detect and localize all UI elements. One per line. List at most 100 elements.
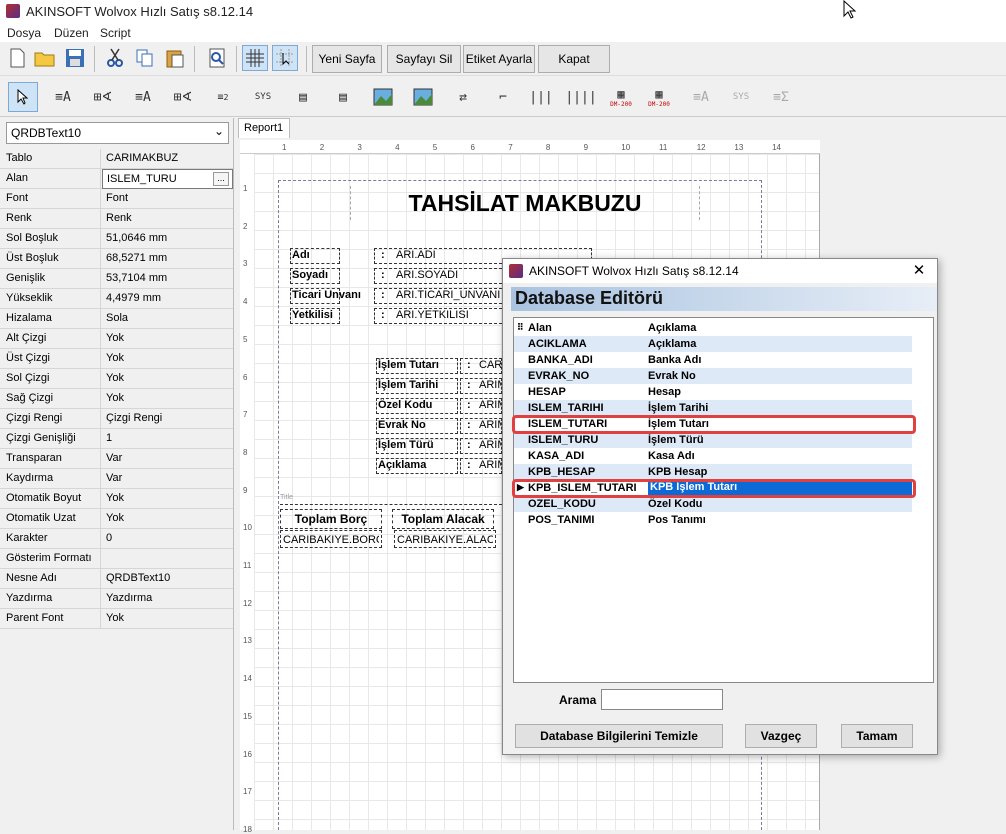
dbtext-tool-icon[interactable]: ⊞∢ (88, 82, 118, 112)
grid-row[interactable]: KPB_HESAP KPB Hesap (514, 464, 912, 480)
copy-icon[interactable] (132, 45, 158, 71)
property-row[interactable]: Nesne Adı QRDBText10 (0, 569, 233, 589)
label-settings-button[interactable]: Etiket Ayarla (463, 45, 535, 73)
ok-button[interactable]: Tamam (841, 724, 913, 748)
menu-dosya[interactable]: Dosya (7, 26, 41, 40)
grid-icon[interactable] (242, 45, 268, 71)
dbbarcode-tool-icon[interactable]: |||| (565, 82, 596, 112)
property-row[interactable]: Alt Çizgi Yok (0, 329, 233, 349)
property-value[interactable]: Yok (102, 489, 233, 509)
richtext-tool-icon[interactable]: ▤ (288, 82, 318, 112)
property-value[interactable]: 1 (102, 429, 233, 449)
property-row[interactable]: Üst Çizgi Yok (0, 349, 233, 369)
property-value[interactable]: Çizgi Rengi (102, 409, 233, 429)
column-header-alan[interactable]: Alan (528, 322, 552, 334)
label-tool-icon[interactable]: ≡A (48, 82, 78, 112)
new-file-icon[interactable] (4, 45, 30, 71)
property-row[interactable]: Gösterim Formatı (0, 549, 233, 569)
grid-row[interactable]: ISLEM_TURU İşlem Türü (514, 432, 912, 448)
property-row[interactable]: Otomatik Boyut Yok (0, 489, 233, 509)
property-value[interactable]: Renk (102, 209, 233, 229)
property-row[interactable]: Alan ISLEM_TURU... (0, 169, 233, 189)
column-header-aciklama[interactable]: Açıklama (648, 322, 696, 334)
property-value[interactable]: Yok (102, 509, 233, 529)
property-row[interactable]: Çizgi Genişliği 1 (0, 429, 233, 449)
chart-tool-icon[interactable]: ⇄ (448, 82, 478, 112)
shape-tool-icon[interactable]: ⌐ (488, 82, 518, 112)
grid-row[interactable]: OZEL_KODU Özel Kodu (514, 496, 912, 512)
property-row[interactable]: Parent Font Yok (0, 609, 233, 629)
property-row[interactable]: Otomatik Uzat Yok (0, 509, 233, 529)
property-value[interactable]: 0 (102, 529, 233, 549)
object-selector[interactable]: QRDBText10 ⌄ (6, 122, 229, 144)
grid-row[interactable]: KASA_ADI Kasa Adı (514, 448, 912, 464)
sum-tool-icon[interactable]: ≡Σ (766, 82, 796, 112)
property-value[interactable]: CARIMAKBUZ (102, 149, 233, 169)
delete-page-button[interactable]: Sayfayı Sil (387, 45, 461, 73)
property-value[interactable]: Var (102, 469, 233, 489)
menu-script[interactable]: Script (100, 26, 131, 40)
property-row[interactable]: Sağ Çizgi Yok (0, 389, 233, 409)
property-row[interactable]: Yükseklik 4,4979 mm (0, 289, 233, 309)
grid-row[interactable]: BANKA_ADI Banka Adı (514, 352, 912, 368)
property-row[interactable]: Sol Çizgi Yok (0, 369, 233, 389)
paste-icon[interactable] (162, 45, 188, 71)
property-value[interactable] (102, 549, 233, 569)
property-row[interactable]: Yazdırma Yazdırma (0, 589, 233, 609)
property-row[interactable]: Tablo CARIMAKBUZ (0, 149, 233, 169)
property-row[interactable]: Kaydırma Var (0, 469, 233, 489)
close-icon[interactable]: ✕ (909, 261, 929, 281)
memo-tool-icon[interactable]: ≡A (128, 82, 158, 112)
dbmemo-tool-icon[interactable]: ⊞∢ (168, 82, 198, 112)
grid-row[interactable]: ISLEM_TARIHI İşlem Tarihi (514, 400, 912, 416)
property-row[interactable]: Transparan Var (0, 449, 233, 469)
expression-tool-icon[interactable]: ≡ 2 (208, 82, 238, 112)
cancel-button[interactable]: Vazgeç (745, 724, 817, 748)
image-tool-icon[interactable] (368, 82, 398, 112)
property-value[interactable]: Yok (102, 349, 233, 369)
pointer-tool-icon[interactable] (8, 82, 38, 112)
save-icon[interactable] (62, 45, 88, 71)
property-row[interactable]: Font Font (0, 189, 233, 209)
property-row[interactable]: Çizgi Rengi Çizgi Rengi (0, 409, 233, 429)
grid-row[interactable]: ACIKLAMA Açıklama (514, 336, 912, 352)
preview-icon[interactable] (204, 45, 230, 71)
property-value[interactable]: 51,0646 mm (102, 229, 233, 249)
property-row[interactable]: Sol Boşluk 51,0646 mm (0, 229, 233, 249)
open-folder-icon[interactable] (32, 45, 58, 71)
property-row[interactable]: Renk Renk (0, 209, 233, 229)
property-value[interactable]: 68,5271 mm (102, 249, 233, 269)
dbrichtext-tool-icon[interactable]: ▤ (328, 82, 358, 112)
snap-grid-icon[interactable] (272, 45, 298, 71)
property-value[interactable]: 4,4979 mm (102, 289, 233, 309)
property-value[interactable]: Yok (102, 369, 233, 389)
property-value[interactable]: 53,7104 mm (102, 269, 233, 289)
new-page-button[interactable]: Yeni Sayfa (312, 45, 382, 73)
grid-row[interactable]: POS_TANIMI Pos Tanımı (514, 512, 912, 528)
grid-row[interactable]: HESAP Hesap (514, 384, 912, 400)
property-row[interactable]: Karakter 0 (0, 529, 233, 549)
property-row[interactable]: Üst Boşluk 68,5271 mm (0, 249, 233, 269)
property-value[interactable]: Var (102, 449, 233, 469)
close-button[interactable]: Kapat (538, 45, 610, 73)
search-input[interactable] (601, 689, 723, 710)
barcode-tool-icon[interactable]: ||| (526, 82, 556, 112)
cut-icon[interactable] (102, 45, 128, 71)
menu-duzen[interactable]: Düzen (54, 26, 89, 40)
total-sys-tool-icon[interactable]: SYS (726, 82, 756, 112)
property-value[interactable]: Yok (102, 329, 233, 349)
report-title[interactable]: TAHSİLAT MAKBUZU (350, 186, 700, 220)
property-row[interactable]: Genişlik 53,7104 mm (0, 269, 233, 289)
grid-row[interactable]: EVRAK_NO Evrak No (514, 368, 912, 384)
property-value[interactable]: Font (102, 189, 233, 209)
property-value[interactable]: QRDBText10 (102, 569, 233, 589)
property-value[interactable]: Yok (102, 389, 233, 409)
dbdatamatrix-tool-icon[interactable]: ▦ DM-200 (644, 82, 674, 112)
property-value[interactable]: Sola (102, 309, 233, 329)
ellipsis-button[interactable]: ... (213, 172, 229, 186)
dbimage-tool-icon[interactable] (408, 82, 438, 112)
property-row[interactable]: Hizalama Sola (0, 309, 233, 329)
property-value[interactable]: Yok (102, 609, 233, 629)
datamatrix-tool-icon[interactable]: ▦ DM-200 (606, 82, 636, 112)
property-value[interactable]: Yazdırma (102, 589, 233, 609)
